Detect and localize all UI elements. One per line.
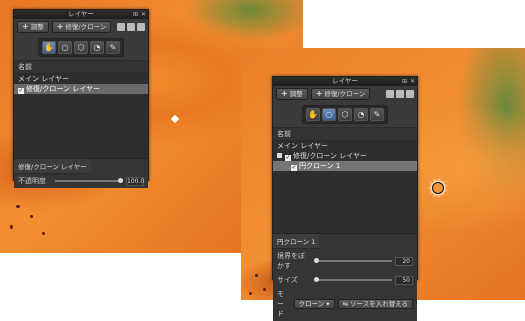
circle-tool-icon[interactable]: ○	[322, 108, 336, 121]
layer-row-circle-clone[interactable]: ✓ 円クローン 1	[273, 161, 417, 171]
retouch-clone-button[interactable]: + 修復/クローン	[51, 21, 112, 33]
freeform-tool-icon[interactable]: ◔	[90, 41, 104, 54]
panel-title: レイヤー	[68, 10, 94, 18]
trash-icon[interactable]	[137, 23, 145, 31]
column-header-name: 名前	[14, 60, 148, 74]
checkbox-icon[interactable]: ✓	[291, 165, 297, 171]
feather-label: 境界をぼかす	[277, 252, 305, 270]
opacity-slider[interactable]	[55, 178, 123, 183]
adjust-button[interactable]: + 調整	[17, 21, 49, 33]
polygon-tool-icon[interactable]: ⬡	[338, 108, 352, 121]
trash-icon[interactable]	[406, 90, 414, 98]
layers-icon[interactable]	[386, 90, 394, 98]
properties-area: 円クローン 1 境界をぼかす 20 サイズ 50 モード クローン ▾ ⇆ ソースを…	[273, 233, 417, 321]
clone-marker-icon	[170, 114, 180, 124]
layers-panel-left: レイヤー ⊞ ✕ + 調整 + 修復/クローン ✋ ○ ⬡ ◔ ✎ 名前 メイン レ…	[13, 9, 149, 188]
size-slider[interactable]	[314, 277, 392, 282]
plus-icon: +	[22, 22, 29, 31]
layer-label: 円クローン 1	[299, 162, 341, 170]
hand-tool-icon[interactable]: ✋	[306, 108, 320, 121]
layers-icon[interactable]	[117, 23, 125, 31]
layer-tree: メイン レイヤー ✓ 修復/クローン レイヤー ✓ 円クローン 1	[273, 141, 417, 233]
expand-icon[interactable]	[277, 153, 282, 158]
layers-panel-right: レイヤー ⊞ ✕ + 調整 + 修復/クローン ✋ ○ ⬡ ◔ ✎ 名前 メイン レ…	[272, 76, 418, 321]
checkbox-icon[interactable]: ✓	[285, 155, 291, 161]
layer-label: メイン レイヤー	[18, 75, 70, 83]
circle-tool-icon[interactable]: ○	[58, 41, 72, 54]
retouch-clone-label: 修復/クローン	[324, 90, 366, 98]
retouch-clone-button[interactable]: + 修復/クローン	[310, 88, 371, 100]
layer-label: 修復/クローン レイヤー	[293, 152, 368, 160]
panel-titlebar[interactable]: レイヤー ⊞ ✕	[14, 10, 148, 19]
layer-row-retouch[interactable]: ✓ 修復/クローン レイヤー	[273, 151, 417, 161]
close-icon[interactable]: ✕	[410, 77, 415, 86]
adjust-button[interactable]: + 調整	[276, 88, 308, 100]
feather-slider[interactable]	[314, 258, 392, 263]
clone-brush-cursor-icon[interactable]	[432, 182, 444, 194]
plus-icon: +	[56, 22, 64, 31]
checkbox-icon[interactable]: ✓	[18, 88, 24, 94]
plus-icon: +	[315, 89, 323, 98]
brush-tool-icon[interactable]: ✎	[106, 41, 120, 54]
mask-icon[interactable]	[396, 90, 404, 98]
panel-title: レイヤー	[332, 77, 358, 85]
shape-toolbar: ✋ ○ ⬡ ◔ ✎	[302, 105, 388, 124]
adjust-label: 調整	[289, 90, 303, 98]
mask-icon[interactable]	[127, 23, 135, 31]
feather-value[interactable]: 20	[395, 256, 413, 266]
freeform-tool-icon[interactable]: ◔	[354, 108, 368, 121]
plus-icon: +	[281, 89, 288, 98]
properties-title: 修復/クローン レイヤー	[14, 159, 91, 174]
layer-label: メイン レイヤー	[277, 142, 329, 150]
slider-knob[interactable]	[118, 178, 123, 183]
opacity-label: 不透明度	[18, 177, 46, 185]
properties-title: 円クローン 1	[273, 234, 320, 249]
slider-knob[interactable]	[314, 258, 319, 263]
swap-icon: ⇆	[342, 300, 349, 308]
size-label: サイズ	[277, 276, 298, 284]
polygon-tool-icon[interactable]: ⬡	[74, 41, 88, 54]
swap-label: ソースを入れ替える	[350, 300, 408, 308]
hand-tool-icon[interactable]: ✋	[42, 41, 56, 54]
pin-icon[interactable]: ⊞	[402, 77, 407, 86]
panel-titlebar[interactable]: レイヤー ⊞ ✕	[273, 77, 417, 86]
layer-label: 修復/クローン レイヤー	[26, 85, 101, 93]
adjust-label: 調整	[30, 23, 44, 31]
close-icon[interactable]: ✕	[141, 10, 146, 19]
chevron-down-icon: ▾	[326, 300, 330, 308]
column-header-name: 名前	[273, 127, 417, 141]
mode-label: モード	[277, 290, 284, 318]
shape-toolbar: ✋ ○ ⬡ ◔ ✎	[38, 38, 124, 57]
pin-icon[interactable]: ⊞	[133, 10, 138, 19]
slider-knob[interactable]	[314, 277, 319, 282]
layer-row-main[interactable]: メイン レイヤー	[273, 141, 417, 151]
properties-area: 修復/クローン レイヤー 不透明度 100.0	[14, 158, 148, 188]
layer-row-retouch[interactable]: ✓ 修復/クローン レイヤー	[14, 84, 148, 94]
layer-tree: メイン レイヤー ✓ 修復/クローン レイヤー	[14, 74, 148, 158]
size-value[interactable]: 50	[395, 275, 413, 285]
layer-row-main[interactable]: メイン レイヤー	[14, 74, 148, 84]
mode-value: クローン	[298, 300, 325, 308]
retouch-clone-label: 修復/クローン	[65, 23, 107, 31]
brush-tool-icon[interactable]: ✎	[370, 108, 384, 121]
swap-source-button[interactable]: ⇆ ソースを入れ替える	[337, 299, 413, 309]
opacity-value[interactable]: 100.0	[126, 176, 144, 186]
mode-select[interactable]: クローン ▾	[293, 299, 335, 309]
